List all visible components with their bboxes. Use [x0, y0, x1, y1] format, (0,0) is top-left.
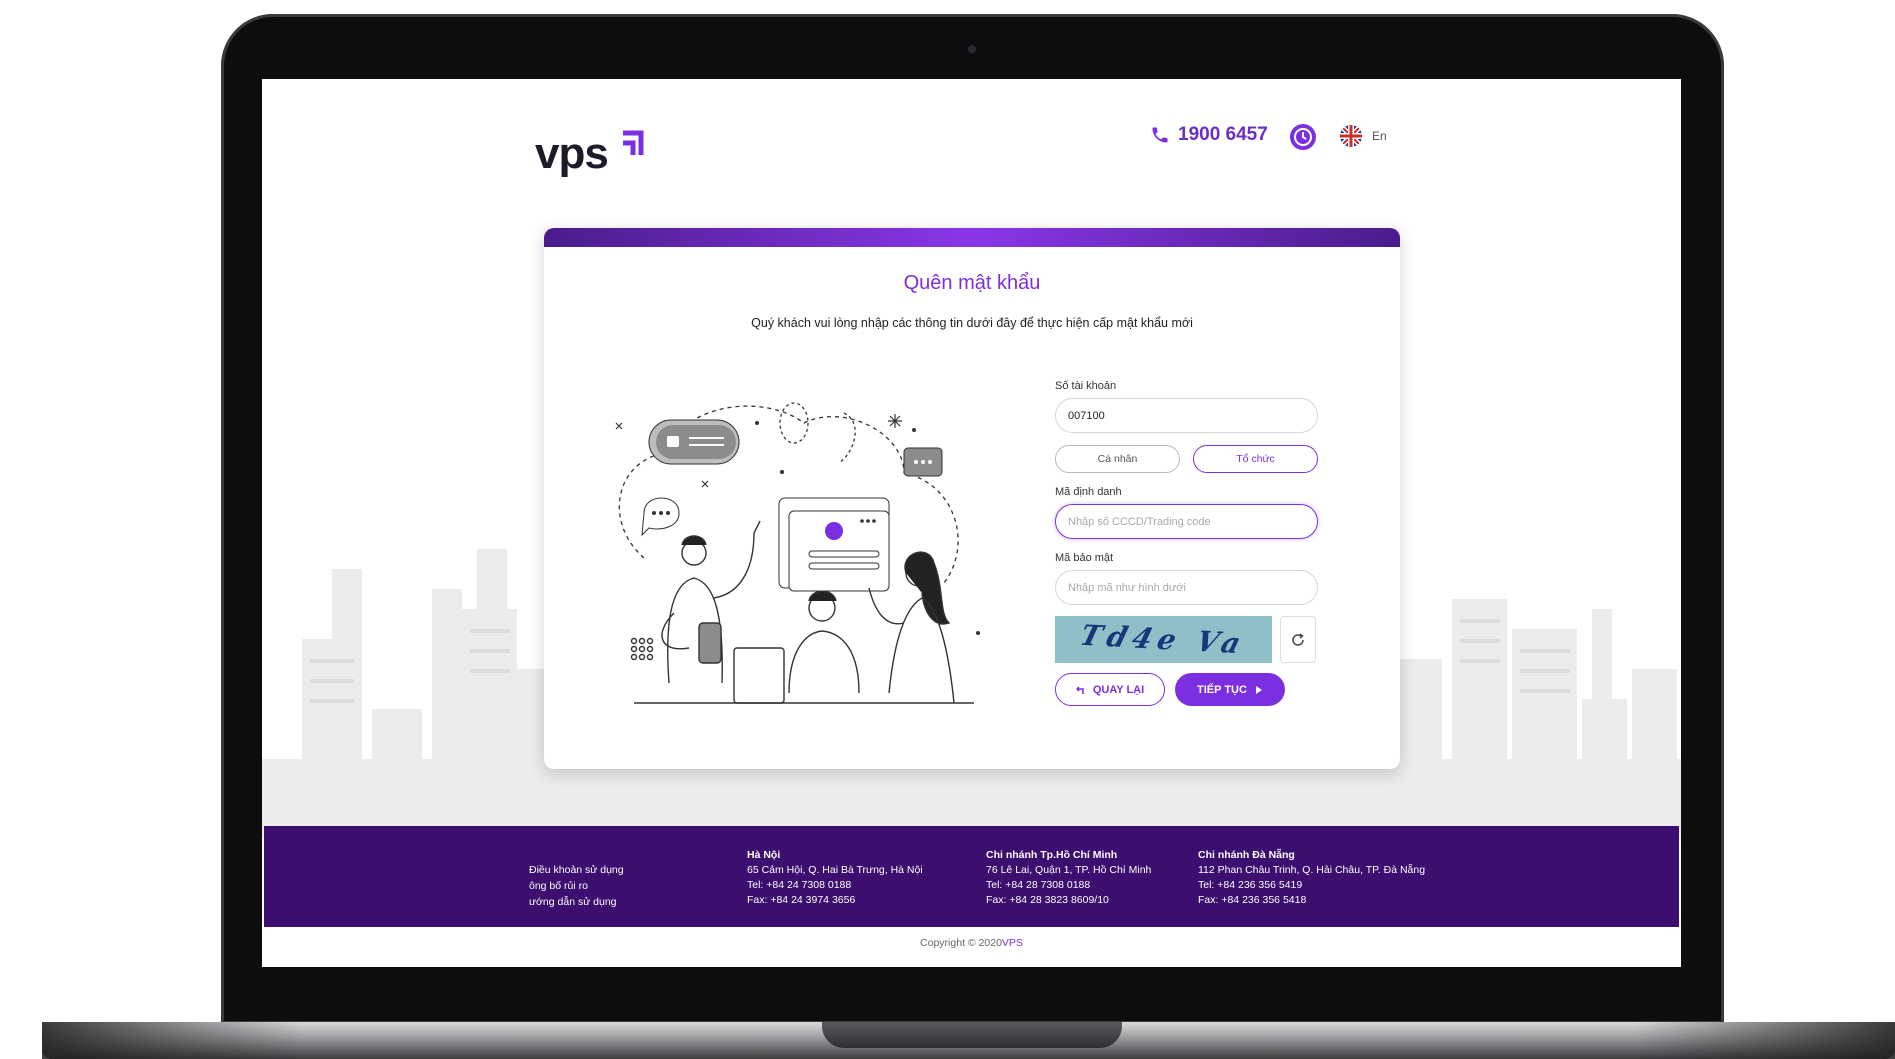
office-address: 76 Lê Lai, Quận 1, TP. Hồ Chí Minh — [986, 864, 1152, 876]
footer-links: Điều khoản sử dụng ông bố rủi ro ướng dẫ… — [529, 862, 624, 910]
office-tel: Tel: +84 24 7308 0188 — [747, 879, 852, 891]
play-arrow-icon — [1255, 685, 1262, 694]
office-hcm: Chi nhánh Tp.Hồ Chí Minh 76 Lê Lai, Quận… — [986, 848, 1151, 908]
office-hanoi: Hà Nội 65 Cảm Hội, Q. Hai Bà Trưng, Hà N… — [747, 848, 923, 908]
id-input[interactable]: Nhập số CCCD/Trading code — [1055, 504, 1318, 539]
office-tel: Tel: +84 236 356 5419 — [1198, 879, 1303, 891]
next-button-label: TIẾP TỤC — [1197, 683, 1247, 696]
language-label: En — [1372, 129, 1387, 143]
return-arrow-icon — [1075, 685, 1084, 694]
captcha-text: Td4e Va — [1076, 618, 1251, 661]
security-code-label: Mã bảo mật — [1055, 552, 1114, 564]
action-buttons: QUAY LẠI TIẾP TỤC — [1055, 673, 1318, 706]
footer-link-guide[interactable]: ướng dẫn sử dụng — [529, 894, 624, 910]
office-title: Hà Nội — [747, 849, 781, 861]
illustration — [615, 402, 980, 704]
page-title: Quên mật khẩu — [903, 272, 1041, 294]
screen: vps 1900 6457 En Quên mật khẩu Quý khách… — [262, 79, 1681, 967]
logo-mark-icon — [623, 130, 644, 155]
office-tel: Tel: +84 28 7308 0188 — [986, 879, 1091, 891]
office-fax: Fax: +84 28 3823 8609/10 — [986, 894, 1109, 906]
account-label: Số tài khoản — [1055, 380, 1117, 392]
refresh-captcha-button[interactable] — [1280, 616, 1316, 663]
next-button[interactable]: TIẾP TỤC — [1175, 673, 1285, 706]
footer-link-terms[interactable]: Điều khoản sử dụng — [529, 862, 624, 878]
laptop-notch — [822, 1022, 1122, 1048]
forgot-password-form: Số tài khoản 007100 Cá nhân Tổ chức Mã đ… — [1055, 380, 1318, 706]
back-button[interactable]: QUAY LẠI — [1055, 673, 1165, 706]
office-title: Chi nhánh Tp.Hồ Chí Minh — [986, 849, 1118, 861]
forgot-password-card: Quên mật khẩu Quý khách vui lòng nhập cá… — [544, 228, 1400, 769]
organization-option[interactable]: Tổ chức — [1193, 445, 1318, 473]
copyright: Copyright © 2020VPS — [262, 937, 1681, 949]
back-button-label: QUAY LẠI — [1092, 683, 1145, 696]
security-code-input[interactable]: Nhập mã như hình dưới — [1055, 570, 1318, 605]
captcha-image: Td4e Va — [1055, 616, 1272, 663]
office-address: 65 Cảm Hội, Q. Hai Bà Trưng, Hà Nội — [747, 864, 923, 876]
page-subtitle: Quý khách vui lòng nhập các thông tin dư… — [751, 316, 1193, 330]
office-fax: Fax: +84 236 356 5418 — [1198, 894, 1307, 906]
office-fax: Fax: +84 24 3974 3656 — [747, 894, 856, 906]
hotline[interactable]: 1900 6457 — [1150, 124, 1268, 146]
clock-icon[interactable] — [1290, 124, 1316, 150]
refresh-icon — [1292, 632, 1304, 646]
office-danang: Chi nhánh Đà Nẵng 112 Phan Châu Trinh, Q… — [1198, 848, 1425, 908]
language-switch[interactable]: En — [1340, 125, 1387, 147]
account-input[interactable]: 007100 — [1055, 398, 1318, 433]
office-address: 112 Phan Châu Trinh, Q. Hải Châu, TP. Đà… — [1198, 864, 1426, 876]
office-title: Chi nhánh Đà Nẵng — [1198, 849, 1295, 861]
copyright-brand[interactable]: VPS — [1002, 937, 1023, 949]
footer-link-risk[interactable]: ông bố rủi ro — [529, 878, 624, 894]
laptop-frame: vps 1900 6457 En Quên mật khẩu Quý khách… — [0, 0, 1895, 1059]
id-label: Mã định danh — [1055, 486, 1122, 498]
vps-logo[interactable]: vps — [535, 129, 644, 179]
uk-flag-icon — [1340, 125, 1362, 147]
camera — [968, 45, 976, 53]
phone-icon — [1152, 127, 1168, 143]
logo-text: vps — [535, 129, 609, 178]
footer: Điều khoản sử dụng ông bố rủi ro ướng dẫ… — [264, 826, 1679, 927]
hotline-number: 1900 6457 — [1178, 124, 1268, 145]
captcha-row: Td4e Va — [1055, 616, 1318, 663]
account-type-toggle: Cá nhân Tổ chức — [1055, 445, 1318, 473]
card-top-bar — [544, 228, 1400, 247]
individual-option[interactable]: Cá nhân — [1055, 445, 1180, 473]
copyright-text: Copyright © 2020 — [920, 937, 1002, 949]
